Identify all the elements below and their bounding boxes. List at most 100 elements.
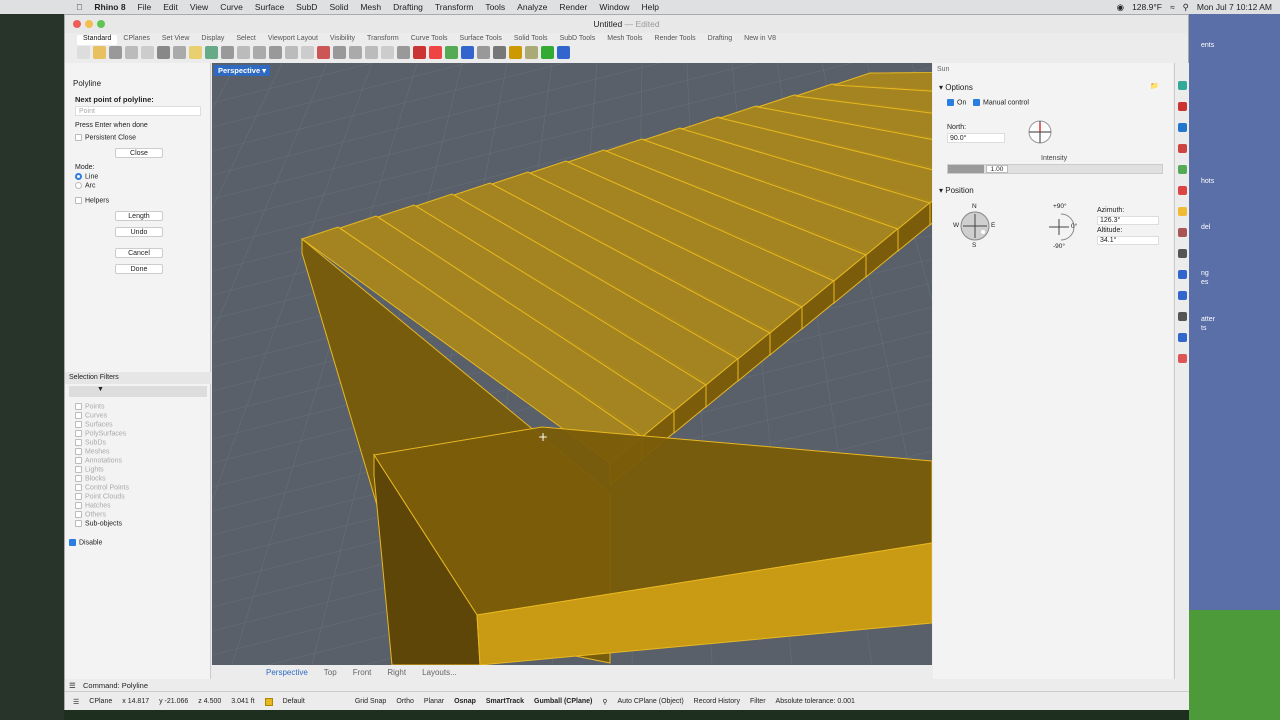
filter-hatches[interactable]: Hatches	[75, 502, 111, 509]
toolbar-tool-icon[interactable]	[413, 46, 426, 59]
status-smarttrack[interactable]: SmartTrack	[486, 698, 524, 705]
toolbar-tool-icon[interactable]	[349, 46, 362, 59]
altitude-input[interactable]: 34.1°	[1097, 236, 1159, 245]
filter-disable[interactable]: Disable	[69, 539, 102, 546]
lock-icon[interactable]: ⚲	[602, 698, 607, 706]
filter-blocks[interactable]: Blocks	[75, 475, 106, 482]
menu-window[interactable]: Window	[593, 2, 635, 12]
tab-set-view[interactable]: Set View	[156, 35, 196, 45]
azimuth-compass-icon[interactable]: N S W E	[953, 203, 995, 251]
dock-panel-icon[interactable]	[1178, 144, 1187, 153]
cmd-menu-icon[interactable]: ☰	[69, 681, 76, 690]
desktop-label[interactable]: ng	[1201, 270, 1209, 277]
tab-visibility[interactable]: Visibility	[324, 35, 361, 45]
toolbar-tool-icon[interactable]	[429, 46, 442, 59]
tab-transform[interactable]: Transform	[361, 35, 405, 45]
toolbar-tool-icon[interactable]	[253, 46, 266, 59]
toolbar-tool-icon[interactable]	[189, 46, 202, 59]
toolbar-tool-icon[interactable]	[285, 46, 298, 59]
tab-surface-tools[interactable]: Surface Tools	[454, 35, 508, 45]
tab-subd-tools[interactable]: SubD Tools	[554, 35, 602, 45]
toolbar-tool-icon[interactable]	[77, 46, 90, 59]
status-osnap[interactable]: Osnap	[454, 698, 476, 705]
altitude-dial-icon[interactable]: +90° -90° 0°	[1047, 203, 1081, 251]
menu-render[interactable]: Render	[553, 2, 593, 12]
tab-layouts[interactable]: Layouts...	[422, 668, 457, 677]
toolbar-tool-icon[interactable]	[269, 46, 282, 59]
filter-curves[interactable]: Curves	[75, 412, 107, 419]
undo-button[interactable]: Undo	[115, 227, 163, 237]
done-button[interactable]: Done	[115, 264, 163, 274]
toolbar-tool-icon[interactable]	[333, 46, 346, 59]
length-button[interactable]: Length	[115, 211, 163, 221]
dock-panel-icon[interactable]	[1178, 102, 1187, 111]
tab-display[interactable]: Display	[195, 35, 230, 45]
toolbar-tool-icon[interactable]	[237, 46, 250, 59]
desktop-label[interactable]: ents	[1201, 42, 1214, 49]
tab-curve-tools[interactable]: Curve Tools	[405, 35, 454, 45]
disable-checkbox[interactable]	[69, 539, 76, 546]
dock-panel-icon[interactable]	[1178, 165, 1187, 174]
point-input[interactable]: Point	[75, 106, 201, 116]
toolbar-tool-icon[interactable]	[461, 46, 474, 59]
zoom-window-button[interactable]	[97, 20, 105, 28]
toolbar-tool-icon[interactable]	[509, 46, 522, 59]
dock-panel-icon[interactable]	[1178, 207, 1187, 216]
status-auto-cplane[interactable]: Auto CPlane (Object)	[618, 698, 684, 705]
azimuth-input[interactable]: 126.3°	[1097, 216, 1159, 225]
perspective-viewport[interactable]: + Perspective ▾	[212, 63, 932, 665]
dock-panel-icon[interactable]	[1178, 354, 1187, 363]
toolbar-tool-icon[interactable]	[541, 46, 554, 59]
cancel-button[interactable]: Cancel	[115, 248, 163, 258]
wifi-icon[interactable]: ≈	[1170, 2, 1175, 12]
menu-edit[interactable]: Edit	[157, 2, 184, 12]
tab-perspective[interactable]: Perspective	[266, 668, 308, 677]
viewport-label[interactable]: Perspective ▾	[214, 65, 270, 76]
dock-panel-icon[interactable]	[1178, 270, 1187, 279]
toolbar-tool-icon[interactable]	[445, 46, 458, 59]
menu-solid[interactable]: Solid	[323, 2, 354, 12]
toolbar-tool-icon[interactable]	[525, 46, 538, 59]
toolbar-tool-icon[interactable]	[317, 46, 330, 59]
dock-panel-icon[interactable]	[1178, 186, 1187, 195]
toolbar-tool-icon[interactable]	[365, 46, 378, 59]
toolbar-tool-icon[interactable]	[381, 46, 394, 59]
mode-arc-option[interactable]: Arc	[75, 182, 96, 189]
tab-front[interactable]: Front	[353, 668, 372, 677]
desktop-label[interactable]: hots	[1201, 178, 1214, 185]
sun-on-option[interactable]: On	[947, 99, 966, 106]
manual-control-checkbox[interactable]	[973, 99, 980, 106]
toolbar-tool-icon[interactable]	[221, 46, 234, 59]
menu-transform[interactable]: Transform	[429, 2, 479, 12]
status-ortho[interactable]: Ortho	[396, 698, 414, 705]
menubar-clock[interactable]: Mon Jul 7 10:12 AM	[1197, 2, 1272, 12]
menu-mesh[interactable]: Mesh	[354, 2, 387, 12]
toolbar-tool-icon[interactable]	[173, 46, 186, 59]
desktop-label[interactable]: atter	[1201, 316, 1215, 323]
filter-polysurfaces[interactable]: PolySurfaces	[75, 430, 126, 437]
command-line[interactable]: ☰ Command: Polyline	[65, 679, 1190, 691]
status-grid-snap[interactable]: Grid Snap	[355, 698, 387, 705]
menu-app-name[interactable]: Rhino 8	[88, 2, 131, 12]
toolbar-tool-icon[interactable]	[125, 46, 138, 59]
apple-icon[interactable]: 	[0, 2, 88, 12]
filter-lights[interactable]: Lights	[75, 466, 104, 473]
toolbar-tool-icon[interactable]	[397, 46, 410, 59]
dock-panel-icon[interactable]	[1178, 312, 1187, 321]
persistent-close-option[interactable]: Persistent Close	[75, 134, 136, 141]
helpers-option[interactable]: Helpers	[75, 197, 109, 204]
dock-panel-icon[interactable]	[1178, 123, 1187, 132]
toolbar-tool-icon[interactable]	[557, 46, 570, 59]
status-gumball[interactable]: Gumball (CPlane)	[534, 698, 592, 705]
filter-subds[interactable]: SubDs	[75, 439, 106, 446]
filter-sub-objects[interactable]: Sub-objects	[75, 520, 122, 527]
hamburger-icon[interactable]: ☰	[73, 698, 79, 706]
manual-control-option[interactable]: Manual control	[973, 99, 1029, 106]
menu-surface[interactable]: Surface	[249, 2, 290, 12]
mode-line-radio[interactable]	[75, 173, 82, 180]
dock-panel-icon[interactable]	[1178, 81, 1187, 90]
persistent-close-checkbox[interactable]	[75, 134, 82, 141]
filter-icon[interactable]: ▼	[97, 386, 104, 393]
menu-subd[interactable]: SubD	[290, 2, 323, 12]
filter-point-clouds[interactable]: Point Clouds	[75, 493, 125, 500]
